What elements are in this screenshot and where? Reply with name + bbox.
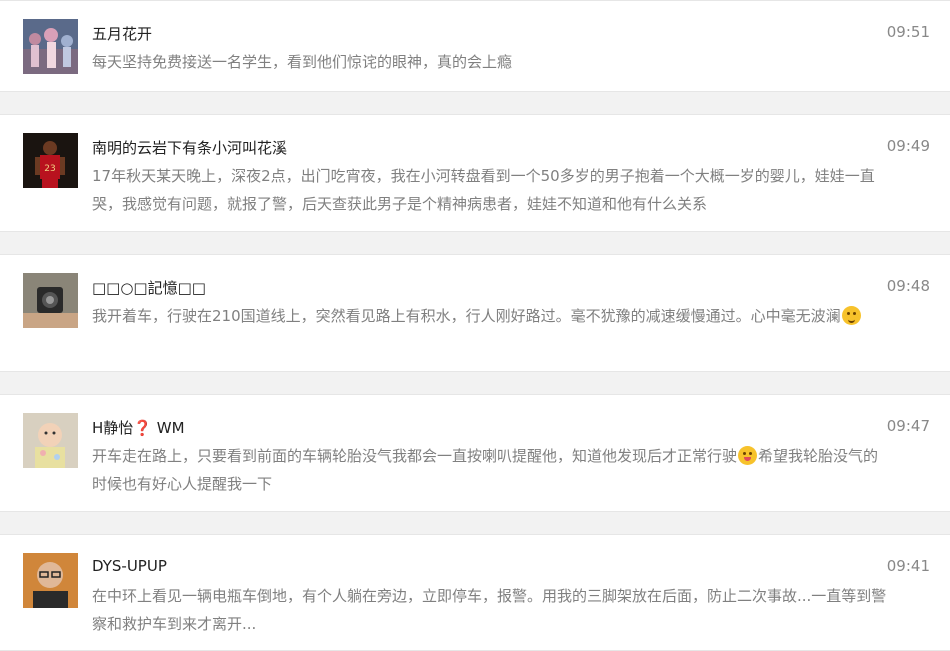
comment-item: 五月花开 09:51 每天坚持免费接送一名学生，看到他们惊诧的眼神，真的会上瘾 (0, 0, 950, 92)
comment-item: DYS-UPUP 09:41 在中环上看见一辆电瓶车倒地，有个人躺在旁边，立即停… (0, 534, 950, 651)
comment-time: 09:41 (886, 557, 930, 575)
avatar[interactable] (23, 413, 78, 468)
comment-text-content: 我开着车，行驶在210国道线上，突然看见路上有积水，行人刚好路过。毫不犹豫的减速… (92, 307, 841, 325)
comment-item: 23 南明的云岩下有条小河叫花溪 09:49 17年秋天某天晚上，深夜2点，出门… (0, 114, 950, 232)
comment-time: 09:51 (886, 23, 930, 41)
svg-text:23: 23 (44, 164, 55, 174)
avatar[interactable]: 23 (23, 133, 78, 188)
commenter-name[interactable]: H静怡❓ WM (92, 417, 185, 438)
commenter-name[interactable]: 五月花开 (92, 23, 152, 44)
commenter-name[interactable]: DYS-UPUP (92, 557, 167, 575)
question-mark-icon: ❓ (133, 419, 152, 437)
comment-text: 每天坚持免费接送一名学生，看到他们惊诧的眼神，真的会上瘾 (92, 53, 513, 71)
comment-text: 在中环上看见一辆电瓶车倒地，有个人躺在旁边，立即停车，报警。用我的三脚架放在后面… (92, 587, 887, 633)
comment-time: 09:47 (886, 417, 930, 435)
avatar[interactable] (23, 273, 78, 328)
commenter-name[interactable]: 南明的云岩下有条小河叫花溪 (92, 137, 287, 158)
comment-text-content: 开车走在路上，只要看到前面的车辆轮胎没气我都会一直按喇叭提醒他，知道他发现后才正… (92, 447, 738, 465)
commenter-name[interactable]: □□○□記憶□□ (92, 277, 206, 298)
comment-text: 17年秋天某天晚上，深夜2点，出门吃宵夜，我在小河转盘看到一个50多岁的男子抱着… (92, 167, 875, 213)
comment-item: □□○□記憶□□ 09:48 我开着车，行驶在210国道线上，突然看见路上有积水… (0, 254, 950, 372)
avatar[interactable] (23, 553, 78, 608)
commenter-name-suffix: WM (151, 419, 185, 437)
comment-time: 09:48 (886, 277, 930, 295)
tongue-out-emoji-icon (738, 446, 758, 465)
comment-time: 09:49 (886, 137, 930, 155)
comment-text: 开车走在路上，只要看到前面的车辆轮胎没气我都会一直按喇叭提醒他，知道他发现后才正… (92, 442, 888, 498)
avatar[interactable] (23, 19, 78, 74)
comment-text: 我开着车，行驶在210国道线上，突然看见路上有积水，行人刚好路过。毫不犹豫的减速… (92, 302, 888, 330)
commenter-name-text: H静怡 (92, 419, 134, 437)
comment-item: H静怡❓ WM 09:47 开车走在路上，只要看到前面的车辆轮胎没气我都会一直按… (0, 394, 950, 512)
thinking-emoji-icon (841, 306, 861, 325)
